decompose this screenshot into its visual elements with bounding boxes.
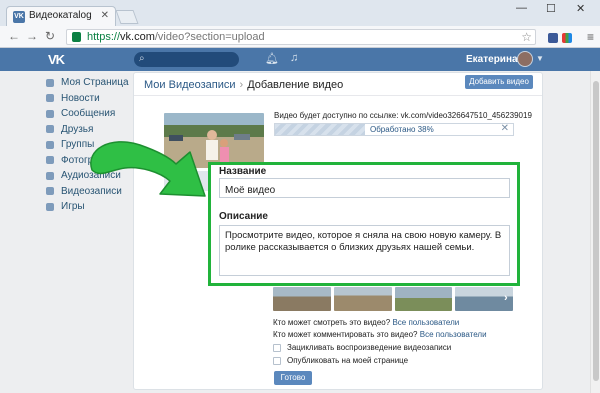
- chevron-down-icon[interactable]: ▼: [536, 54, 544, 63]
- sidebar-item-label: Аудиозаписи: [61, 170, 121, 182]
- thumbnail-option[interactable]: [273, 287, 331, 311]
- view-privacy-label: Кто может смотреть это видео?: [273, 318, 391, 327]
- thumbnail-option[interactable]: [394, 287, 453, 311]
- reload-icon[interactable]: ↻: [45, 29, 55, 43]
- url-path: /video?section=upload: [154, 31, 265, 43]
- done-button[interactable]: Готово: [274, 371, 312, 385]
- friends-icon: [46, 125, 54, 134]
- menu-icon[interactable]: ≡: [587, 30, 594, 44]
- sidebar-item-label: Друзья: [61, 123, 94, 135]
- title-label: Название: [219, 166, 267, 177]
- divider: [134, 95, 542, 96]
- comment-privacy-value[interactable]: Все пользователи: [420, 330, 487, 339]
- news-icon: [46, 94, 54, 103]
- close-tab-icon[interactable]: ✕: [101, 10, 109, 21]
- sidebar-item-video[interactable]: Видеозаписи: [46, 184, 130, 200]
- url-scheme: https://: [87, 31, 121, 43]
- progress-fill: [275, 124, 366, 135]
- publish-checkbox-row[interactable]: Опубликовать на моей странице: [273, 356, 408, 365]
- close-window-icon[interactable]: ✕: [576, 2, 585, 15]
- sidebar-item-label: Сообщения: [61, 108, 116, 120]
- audio-icon: [46, 171, 54, 180]
- breadcrumb-separator: ›: [239, 79, 244, 91]
- url-input[interactable]: https://vk.com/video?section=upload: [66, 29, 536, 45]
- sidebar-item-label: Видеозаписи: [61, 185, 122, 197]
- comment-privacy-label: Кто может комментировать это видео?: [273, 330, 418, 339]
- link-prefix: Видео будет доступно по ссылке:: [274, 111, 401, 120]
- upload-progress-bar: Обработано 38% ✕: [274, 123, 514, 136]
- chevron-right-icon[interactable]: ›: [504, 292, 508, 304]
- search-input[interactable]: ⌕: [134, 52, 239, 67]
- sidebar-item-label: Группы: [61, 139, 95, 151]
- maximize-icon[interactable]: ☐: [546, 2, 556, 15]
- home-icon: [46, 78, 54, 87]
- vk-favicon-icon: VK: [13, 11, 25, 23]
- sidebar-item-photos[interactable]: Фотографии: [46, 153, 130, 169]
- breadcrumb-root-link[interactable]: Мои Видеозаписи: [144, 79, 236, 91]
- sidebar-item-groups[interactable]: Группы: [46, 137, 130, 153]
- video-link-text: Видео будет доступно по ссылке: vk.com/v…: [274, 111, 532, 120]
- description-label: Описание: [219, 211, 268, 222]
- sidebar-item-label: Фотографии: [61, 154, 119, 166]
- photos-icon: [46, 156, 54, 165]
- scrollbar[interactable]: [590, 71, 600, 393]
- sidebar-item-my-page[interactable]: Моя Страница: [46, 75, 130, 91]
- video-link[interactable]: vk.com/video326647510_456239019: [401, 111, 532, 120]
- sidebar-item-games[interactable]: Игры: [46, 199, 130, 215]
- lock-icon: [72, 32, 81, 42]
- url-host: vk.com: [120, 31, 155, 43]
- comment-privacy-setting: Кто может комментировать это видео? Все …: [273, 330, 487, 339]
- progress-label: Обработано 38%: [370, 125, 434, 134]
- extension-icon[interactable]: [562, 33, 572, 43]
- user-name[interactable]: Екатерина: [466, 54, 518, 65]
- avatar[interactable]: [517, 51, 533, 67]
- music-icon[interactable]: ♫: [290, 52, 298, 64]
- loop-checkbox-row[interactable]: Зацикливать воспроизведение видеозаписи: [273, 343, 451, 352]
- sidebar-item-friends[interactable]: Друзья: [46, 122, 130, 138]
- view-privacy-value[interactable]: Все пользователи: [392, 318, 459, 327]
- scrollbar-thumb[interactable]: [593, 81, 599, 381]
- minimize-icon[interactable]: —: [516, 2, 527, 14]
- back-icon[interactable]: ←: [8, 29, 20, 43]
- forward-icon[interactable]: →: [26, 29, 38, 43]
- browser-tab[interactable]: VK Видеокатalog ✕: [6, 6, 116, 26]
- thumbnail-option[interactable]: [333, 287, 392, 311]
- messages-icon: [46, 109, 54, 118]
- sidebar-item-news[interactable]: Новости: [46, 91, 130, 107]
- vk-header: VK ⌕ 🔔︎ ♫ Екатерина ▼: [0, 48, 600, 71]
- new-tab-button[interactable]: [115, 10, 139, 24]
- sidebar-item-label: Моя Страница: [61, 77, 129, 89]
- loop-label: Зацикливать воспроизведение видеозаписи: [287, 343, 452, 352]
- publish-label: Опубликовать на моей странице: [287, 356, 409, 365]
- video-thumbnail: [164, 113, 264, 168]
- sidebar-item-label: Игры: [61, 201, 85, 213]
- publish-checkbox[interactable]: [273, 356, 281, 365]
- page-title: Добавление видео: [247, 79, 344, 91]
- games-icon: [46, 202, 54, 211]
- breadcrumb: Мои Видеозаписи › Добавление видео: [144, 79, 343, 91]
- tab-title: Видеокатalog: [29, 10, 92, 21]
- add-video-button[interactable]: Добавить видео: [465, 75, 533, 89]
- video-icon: [46, 187, 54, 196]
- loop-checkbox[interactable]: [273, 343, 281, 352]
- extension-icon[interactable]: [548, 33, 558, 43]
- sidebar-item-messages[interactable]: Сообщения: [46, 106, 130, 122]
- title-input[interactable]: [219, 178, 510, 198]
- bell-icon[interactable]: 🔔︎: [265, 52, 279, 65]
- thumbnail-picker: [273, 287, 513, 311]
- sidebar-item-audio[interactable]: Аудиозаписи: [46, 168, 130, 184]
- description-textarea[interactable]: Просмотрите видео, которое я сняла на св…: [219, 225, 510, 276]
- browser-tab-bar: VK Видеокатalog ✕ — ☐ ✕: [0, 0, 600, 26]
- sidebar-item-label: Новости: [61, 92, 100, 104]
- sidebar: Моя Страница Новости Сообщения Друзья Гр…: [46, 75, 130, 215]
- address-toolbar: ← → ↻ https://vk.com/video?section=uploa…: [0, 26, 600, 48]
- cancel-upload-icon[interactable]: ✕: [501, 123, 509, 134]
- search-icon: ⌕: [139, 53, 145, 64]
- bookmark-star-icon[interactable]: ☆: [521, 30, 532, 44]
- groups-icon: [46, 140, 54, 149]
- vk-logo-icon[interactable]: VK: [48, 52, 65, 67]
- view-privacy-setting: Кто может смотреть это видео? Все пользо…: [273, 318, 459, 327]
